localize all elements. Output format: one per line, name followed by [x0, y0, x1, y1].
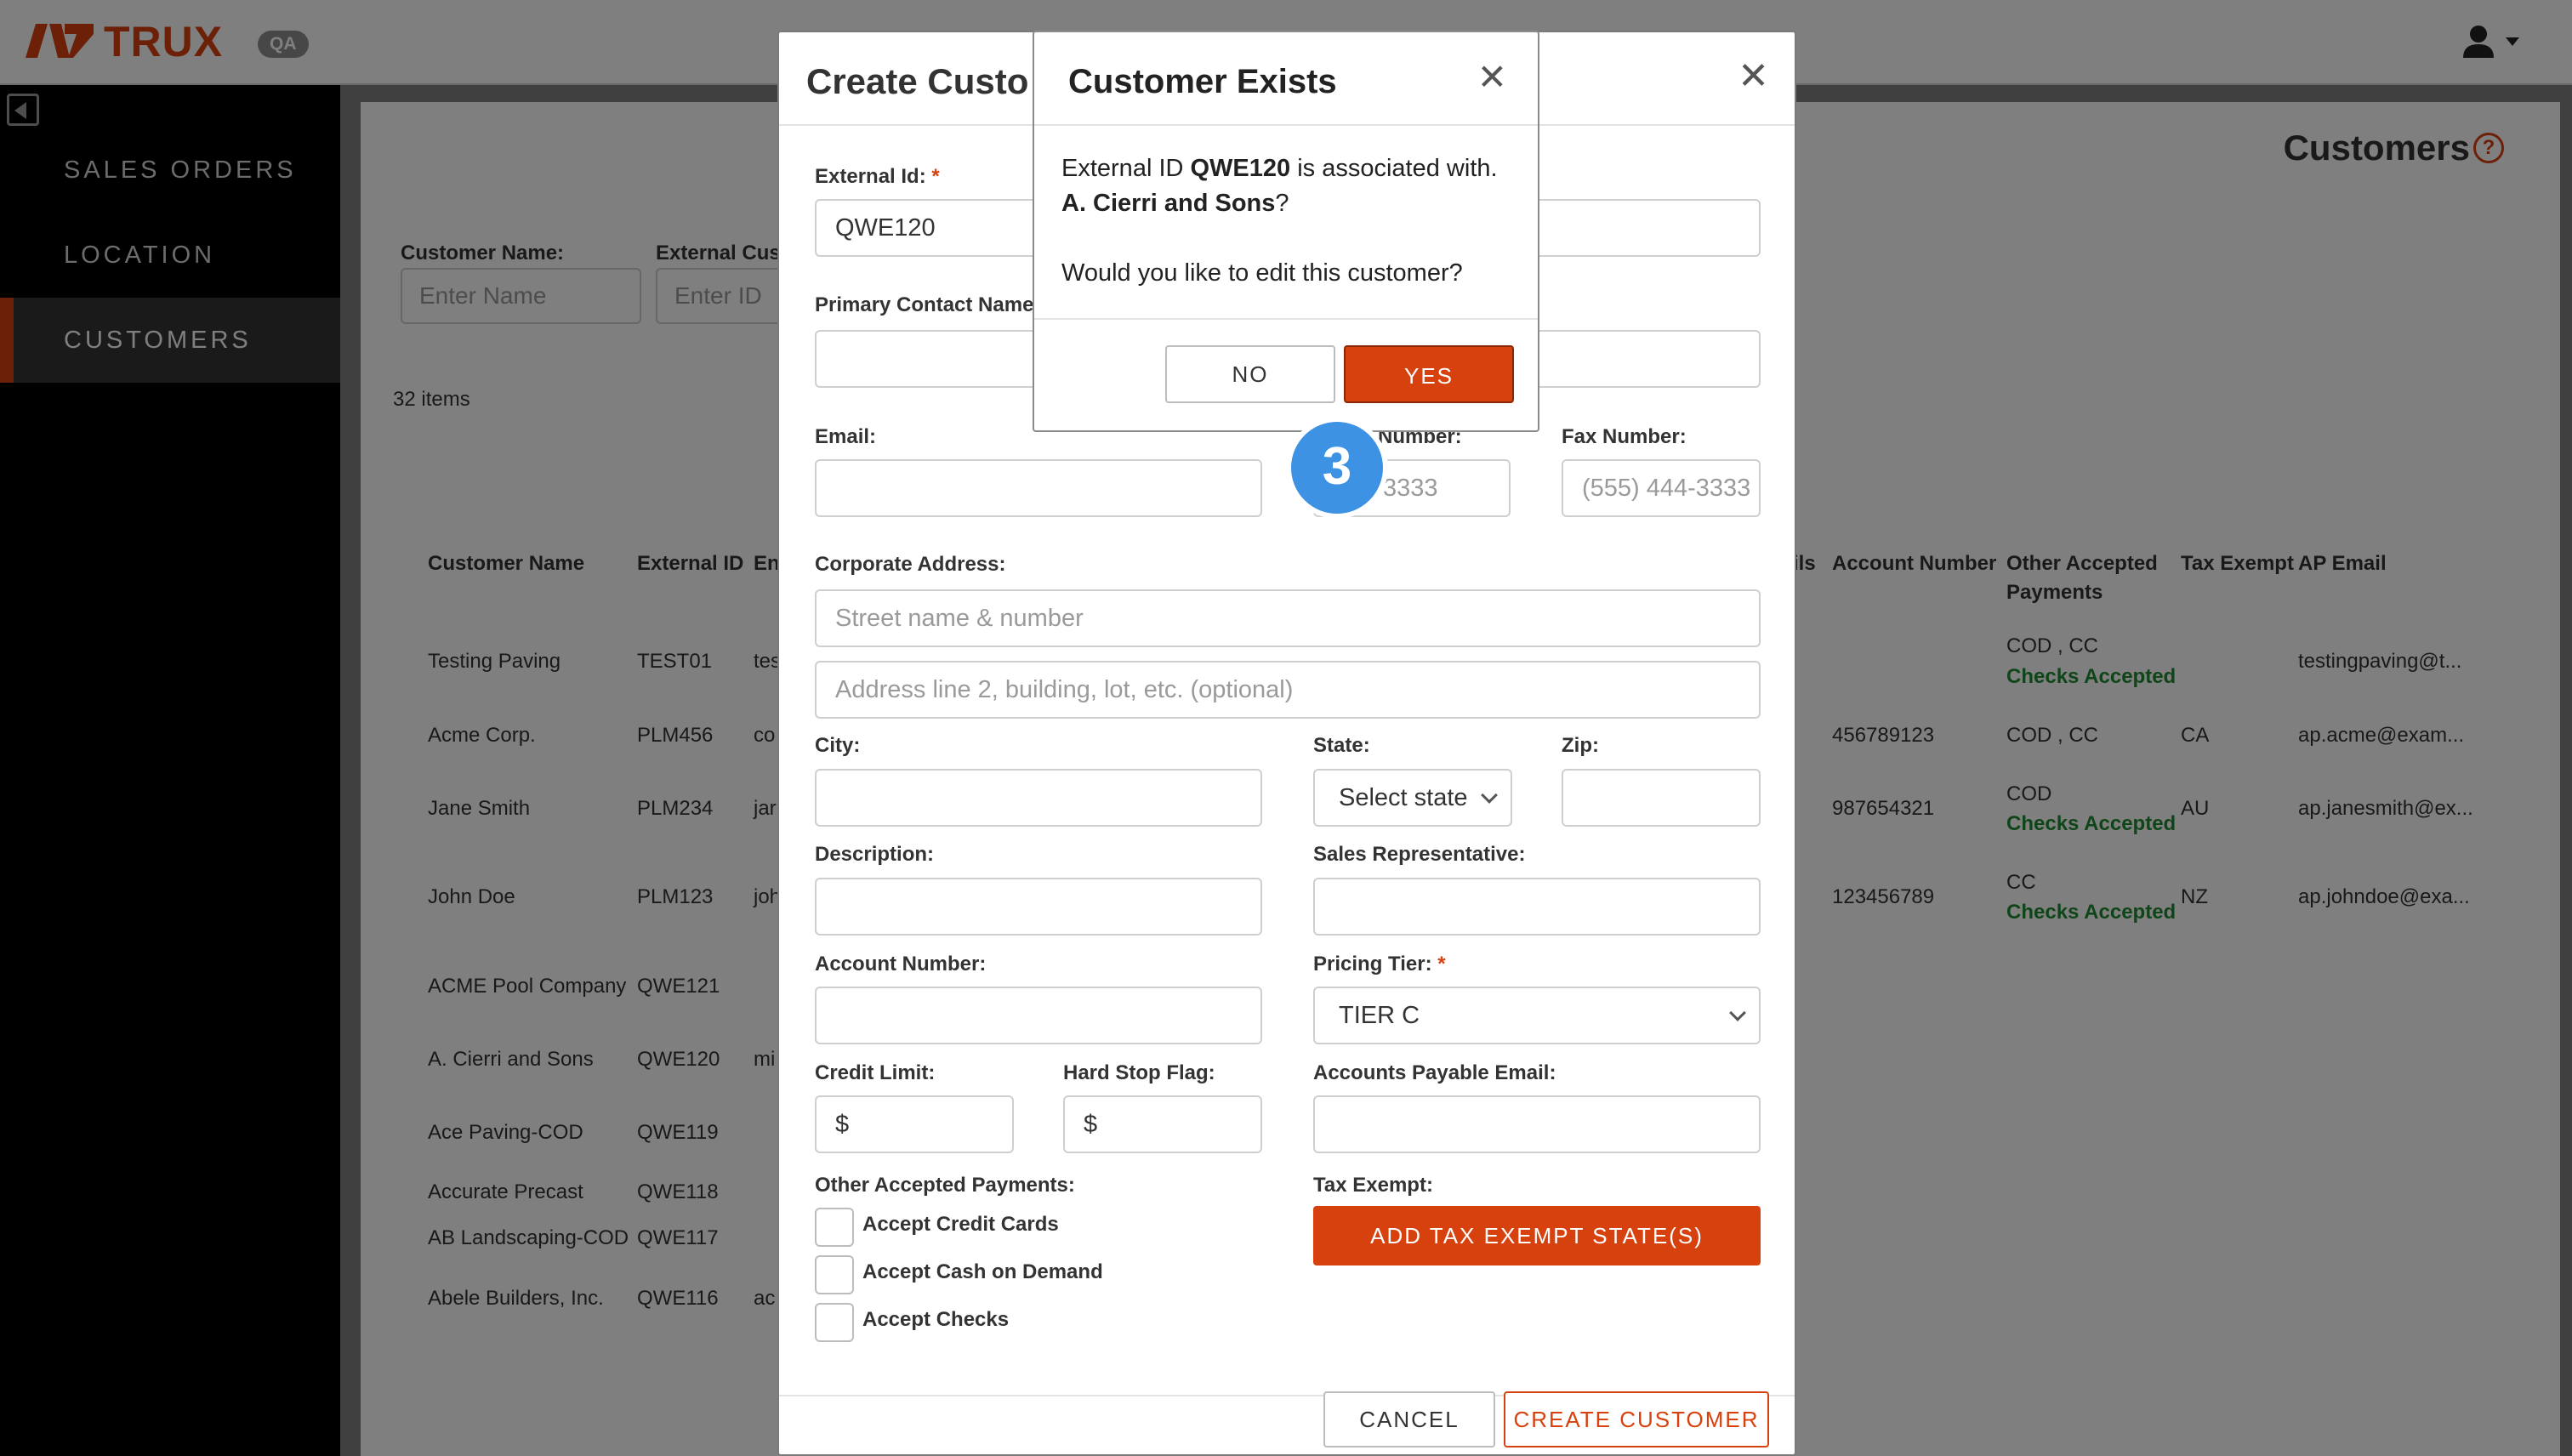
no-button[interactable]: NO	[1165, 345, 1335, 403]
tax-exempt-label: Tax Exempt:	[1313, 1174, 1433, 1197]
cancel-button[interactable]: CANCEL	[1323, 1391, 1495, 1447]
fax-number-label: Fax Number:	[1562, 425, 1687, 448]
accept-credit-cards-label[interactable]: Accept Credit Cards	[862, 1213, 1059, 1237]
description-textarea[interactable]	[815, 878, 1262, 936]
zip-label: Zip:	[1562, 734, 1599, 757]
ap-email-input[interactable]	[1313, 1095, 1761, 1153]
email-input[interactable]	[815, 459, 1262, 517]
accept-checks-label[interactable]: Accept Checks	[862, 1308, 1009, 1332]
credit-limit-input[interactable]: $	[815, 1095, 1014, 1153]
hard-stop-input[interactable]: $	[1063, 1095, 1262, 1153]
fax-number-input[interactable]: (555) 444-3333	[1562, 459, 1761, 517]
city-label: City:	[815, 734, 861, 757]
credit-limit-label: Credit Limit:	[815, 1061, 936, 1084]
existing-external-id: QWE120	[1190, 155, 1291, 182]
zip-input[interactable]	[1562, 769, 1761, 827]
description-label: Description:	[815, 843, 935, 866]
ap-email-label: Accounts Payable Email:	[1313, 1061, 1556, 1084]
create-customer-button[interactable]: CREATE CUSTOMER	[1504, 1391, 1769, 1447]
address-line2-input[interactable]: Address line 2, building, lot, etc. (opt…	[815, 661, 1761, 719]
yes-button[interactable]: YES	[1344, 345, 1514, 403]
sales-rep-label: Sales Representative:	[1313, 843, 1526, 866]
account-number-input[interactable]	[815, 987, 1262, 1044]
pricing-tier-label: Pricing Tier: *	[1313, 953, 1446, 975]
hard-stop-label: Hard Stop Flag:	[1063, 1061, 1215, 1084]
customer-exists-dialog: Customer Exists ✕ External ID QWE120 is …	[1033, 31, 1539, 432]
existing-customer-name: A. Cierri and Sons	[1061, 190, 1276, 217]
step-number-badge: 3	[1286, 417, 1388, 519]
state-label: State:	[1313, 734, 1370, 757]
state-select[interactable]: Select state	[1313, 769, 1512, 827]
primary-contact-label: Primary Contact Name	[815, 293, 1034, 316]
accept-checks-checkbox[interactable]	[815, 1303, 854, 1342]
sales-rep-input[interactable]	[1313, 878, 1761, 936]
accept-credit-cards-checkbox[interactable]	[815, 1208, 854, 1247]
close-icon[interactable]: ✕	[1738, 58, 1769, 95]
chevron-down-icon	[1729, 1004, 1746, 1021]
other-payments-label: Other Accepted Payments:	[815, 1174, 1075, 1197]
external-id-label: External Id: *	[815, 165, 940, 188]
create-customer-title: Create Custo	[806, 61, 1029, 101]
accept-cod-label[interactable]: Accept Cash on Demand	[862, 1260, 1103, 1284]
account-number-label: Account Number:	[815, 953, 987, 975]
customer-exists-title: Customer Exists	[1068, 63, 1337, 100]
email-label: Email:	[815, 425, 877, 448]
customer-exists-header: Customer Exists ✕	[1034, 32, 1538, 126]
pricing-tier-value: TIER C	[1339, 1002, 1420, 1029]
close-icon[interactable]: ✕	[1477, 60, 1507, 95]
city-input[interactable]	[815, 769, 1262, 827]
dialog-divider	[1034, 318, 1538, 320]
customer-exists-message: External ID QWE120 is associated with. A…	[1061, 151, 1521, 291]
street-address-input[interactable]: Street name & number	[815, 589, 1761, 647]
corporate-address-label: Corporate Address:	[815, 553, 1006, 576]
add-tax-exempt-button[interactable]: ADD TAX EXEMPT STATE(S)	[1313, 1206, 1761, 1265]
pricing-tier-select[interactable]: TIER C	[1313, 987, 1761, 1044]
chevron-down-icon	[1481, 787, 1498, 804]
accept-cod-checkbox[interactable]	[815, 1255, 854, 1294]
state-select-value: Select state	[1339, 784, 1468, 811]
edit-question: Would you like to edit this customer?	[1061, 259, 1463, 287]
